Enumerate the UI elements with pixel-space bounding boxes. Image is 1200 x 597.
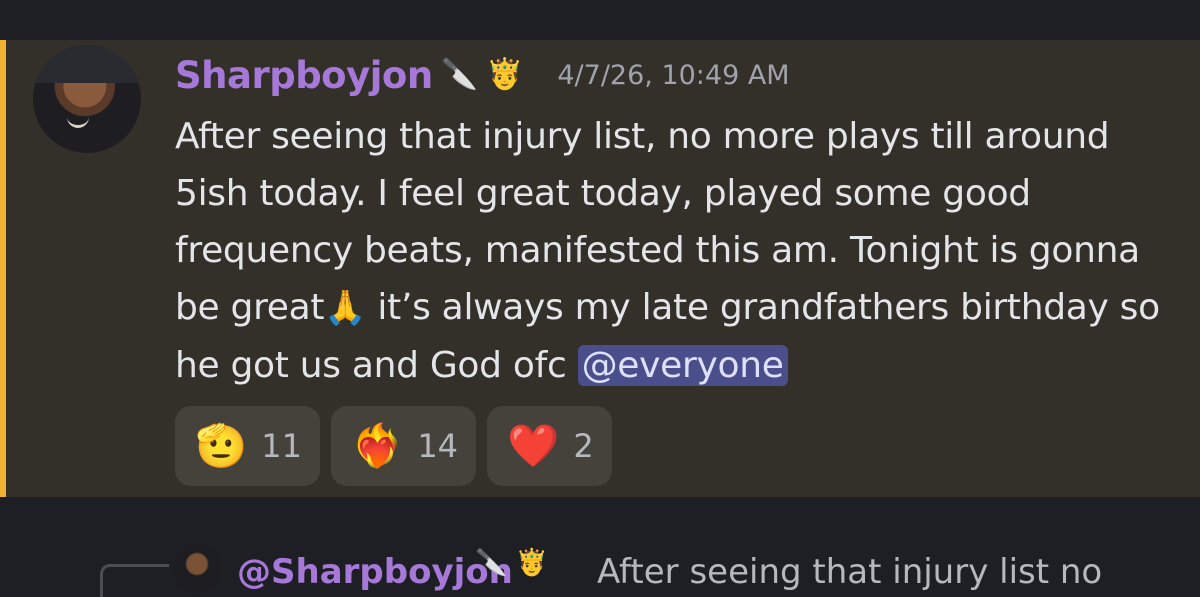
username[interactable]: Sharpboyjon: [175, 54, 433, 97]
folded-hands-icon: 🙏: [324, 288, 367, 328]
reaction-salute[interactable]: 🫡 11: [175, 406, 321, 486]
everyone-mention[interactable]: @everyone: [577, 345, 788, 386]
reply-username[interactable]: @Sharpboyjon: [237, 552, 513, 592]
reaction-count: 14: [417, 427, 459, 465]
knife-icon: 🔪: [440, 57, 479, 92]
avatar[interactable]: [33, 45, 141, 153]
reply-text[interactable]: After seeing that injury list no: [597, 552, 1102, 592]
saluting-face-icon: 🫡: [195, 421, 248, 470]
reply-badges-icon: 🔪 🤴: [475, 548, 549, 578]
reply-connector: [100, 564, 169, 597]
timestamp: 4/7/26, 10:49 AM: [557, 59, 790, 91]
top-strip: [0, 0, 1200, 40]
message-header: Sharpboyjon 🔪 🤴 4/7/26, 10:49 AM: [175, 50, 790, 100]
prince-icon: 🤴: [486, 57, 524, 92]
heart-on-fire-icon: ❤️‍🔥: [351, 421, 404, 470]
reaction-count: 11: [261, 427, 303, 465]
red-heart-icon: ❤️: [507, 421, 560, 470]
reaction-bar: 🫡 11 ❤️‍🔥 14 ❤️ 2: [175, 406, 612, 486]
reaction-red-heart[interactable]: ❤️ 2: [487, 406, 612, 486]
chat-message[interactable]: Sharpboyjon 🔪 🤴 4/7/26, 10:49 AM After s…: [0, 40, 1200, 497]
reaction-count: 2: [573, 427, 594, 465]
reaction-heart-on-fire[interactable]: ❤️‍🔥 14: [331, 406, 477, 486]
reply-avatar[interactable]: [173, 544, 223, 594]
mention-highlight-bar: [0, 40, 6, 497]
message-content: After seeing that injury list, no more p…: [175, 108, 1180, 394]
reply-preview[interactable]: @Sharpboyjon 🔪 🤴 After seeing that injur…: [0, 540, 1200, 597]
